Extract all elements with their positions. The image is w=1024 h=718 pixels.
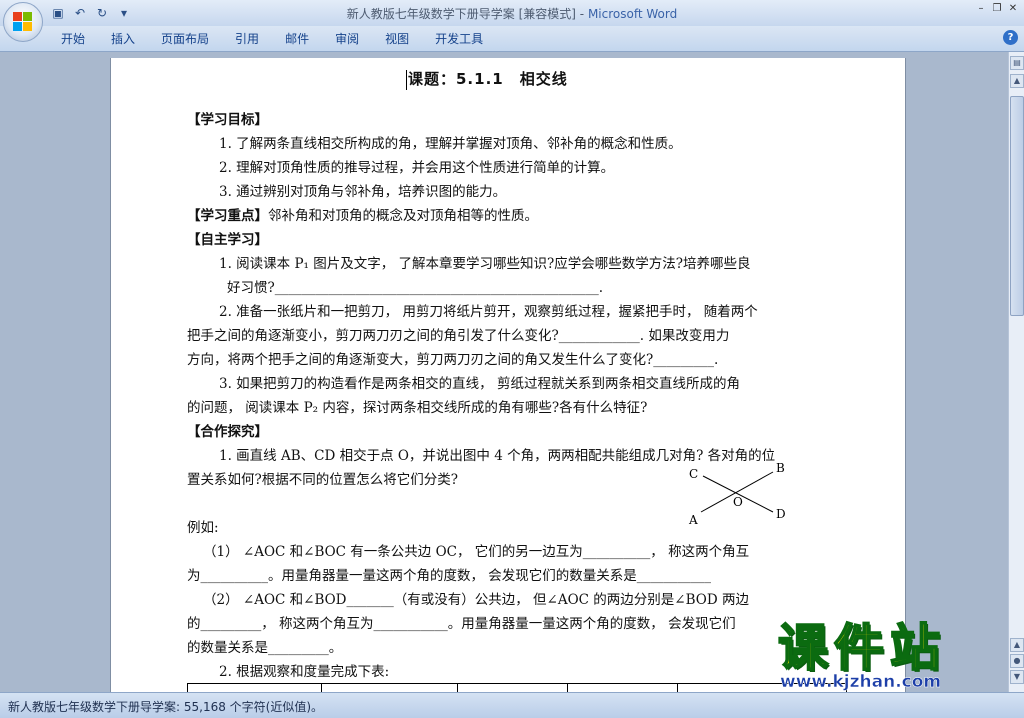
page-title: 课题：5.1.1 相交线 <box>408 70 568 88</box>
paragraph: 例如: <box>187 520 219 536</box>
tab-mailings[interactable]: 邮件 <box>272 30 322 48</box>
status-bar: 新人教版七年级数学下册导学案: 55,168 个字符(近似值)。 <box>0 692 1024 718</box>
minimize-icon[interactable]: – <box>974 2 988 16</box>
status-text: 新人教版七年级数学下册导学案: 55,168 个字符(近似值)。 <box>8 700 324 714</box>
paragraph: 的数量关系是_________。 <box>187 640 343 656</box>
office-logo-icon <box>13 12 33 32</box>
ruler-toggle-icon[interactable]: ▤ <box>1010 56 1024 70</box>
paragraph: （1） ∠AOC 和∠BOC 有一条公共边 OC， 它们的另一边互为______… <box>203 544 750 560</box>
intersecting-lines-diagram: C B O A D <box>688 462 786 527</box>
paragraph: 3. 通过辨别对顶角与邻补角，培养识图的能力。 <box>219 184 507 200</box>
paragraph: 1. 了解两条直线相交所构成的角，理解并掌握对顶角、邻补角的概念和性质。 <box>219 136 682 152</box>
tab-view[interactable]: 视图 <box>372 30 422 48</box>
paragraph: 2. 准备一张纸片和一把剪刀， 用剪刀将纸片剪开，观察剪纸过程，握紧把手时， 随… <box>219 304 758 320</box>
app-name: Microsoft Word <box>587 7 678 21</box>
point-label-b: B <box>776 462 785 475</box>
point-label-a: A <box>688 513 698 527</box>
paragraph: 为__________。用量角器量一量这两个角的度数， 会发现它们的数量关系是_… <box>187 568 712 584</box>
paragraph: 方向，将两个把手之间的角逐渐变大，剪刀两刀刃之间的角又发生什么了变化?_____… <box>187 352 719 368</box>
paragraph: 1. 阅读课本 P₁ 图片及文字， 了解本章要学习哪些知识?应学会哪些数学方法?… <box>219 256 751 272</box>
tab-review[interactable]: 审阅 <box>322 30 372 48</box>
tab-page-layout[interactable]: 页面布局 <box>148 30 222 48</box>
section-heading-cooperation: 【合作探究】 <box>187 424 268 440</box>
word-window: ▣ ↶ ↻ ▾ 新人教版七年级数学下册导学案 [兼容模式] - Microsof… <box>0 0 1024 718</box>
ribbon: 开始 插入 页面布局 引用 邮件 审阅 视图 开发工具 ? <box>0 26 1024 52</box>
title-bar: ▣ ↶ ↻ ▾ 新人教版七年级数学下册导学案 [兼容模式] - Microsof… <box>0 0 1024 26</box>
point-label-o: O <box>733 495 743 509</box>
paragraph: 【学习重点】邻补角和对顶角的概念及对顶角相等的性质。 <box>187 204 538 224</box>
scroll-up-icon[interactable]: ▲ <box>1010 74 1024 88</box>
scroll-thumb[interactable] <box>1010 96 1024 316</box>
window-controls: – ❐ ✕ <box>974 2 1020 16</box>
section-heading-key: 【学习重点】 <box>187 208 268 224</box>
paragraph: 1. 画直线 AB、CD 相交于点 O，并说出图中 4 个角，两两相配共能组成几… <box>219 448 776 464</box>
paragraph: 的问题， 阅读课本 P₂ 内容，探讨两条相交线所成的角有哪些?各有什么特征? <box>187 400 648 416</box>
document-name: 新人教版七年级数学下册导学案 [兼容模式] <box>346 7 576 21</box>
watermark-logo: 课件站 www.kjzhan.com <box>768 619 1024 693</box>
window-title: 新人教版七年级数学下册导学案 [兼容模式] - Microsoft Word <box>0 5 1024 22</box>
paragraph: 把手之间的角逐渐变小，剪刀两刀刃之间的角引发了什么变化?____________… <box>187 328 730 344</box>
point-label-d: D <box>776 507 786 521</box>
section-heading-self-study: 【自主学习】 <box>187 232 268 248</box>
section-heading-goals: 【学习目标】 <box>187 112 268 128</box>
title-separator: - <box>575 7 588 21</box>
ribbon-tabs: 开始 插入 页面布局 引用 邮件 审阅 视图 开发工具 <box>48 30 496 48</box>
paragraph: 3. 如果把剪刀的构造看作是两条相交的直线， 剪纸过程就关系到两条相交直线所成的… <box>219 376 740 392</box>
paragraph: 的_________， 称这两个角互为___________。用量角器量一量这两… <box>187 616 736 632</box>
key-text: 邻补角和对顶角的概念及对顶角相等的性质。 <box>268 208 538 224</box>
paragraph: 2. 根据观察和度量完成下表: <box>219 664 390 680</box>
paragraph: （2） ∠AOC 和∠BOD_______（有或没有）公共边， 但∠AOC 的两… <box>203 592 749 608</box>
text-cursor <box>406 70 407 90</box>
point-label-c: C <box>689 467 698 481</box>
tab-references[interactable]: 引用 <box>222 30 272 48</box>
paragraph: 置关系如何?根据不同的位置怎么将它们分类? <box>187 472 458 488</box>
help-icon[interactable]: ? <box>1003 30 1018 45</box>
watermark-url: www.kjzhan.com <box>780 672 942 693</box>
watermark-main-text: 课件站 <box>777 619 946 677</box>
document-workspace: 课题：5.1.1 相交线 【学习目标】 1. 了解两条直线相交所构成的角，理解并… <box>0 52 1008 707</box>
tab-home[interactable]: 开始 <box>48 30 98 48</box>
vertical-scrollbar[interactable]: ▤ ▲ ▲ ● ▼ <box>1008 52 1024 692</box>
restore-icon[interactable]: ❐ <box>990 2 1004 16</box>
close-icon[interactable]: ✕ <box>1006 2 1020 16</box>
paragraph: 好习惯?____________________________________… <box>227 280 604 296</box>
office-button[interactable] <box>3 2 43 42</box>
tab-insert[interactable]: 插入 <box>98 30 148 48</box>
tab-developer[interactable]: 开发工具 <box>422 30 496 48</box>
document-page[interactable]: 课题：5.1.1 相交线 【学习目标】 1. 了解两条直线相交所构成的角，理解并… <box>110 58 906 707</box>
paragraph: 2. 理解对顶角性质的推导过程，并会用这个性质进行简单的计算。 <box>219 160 615 176</box>
